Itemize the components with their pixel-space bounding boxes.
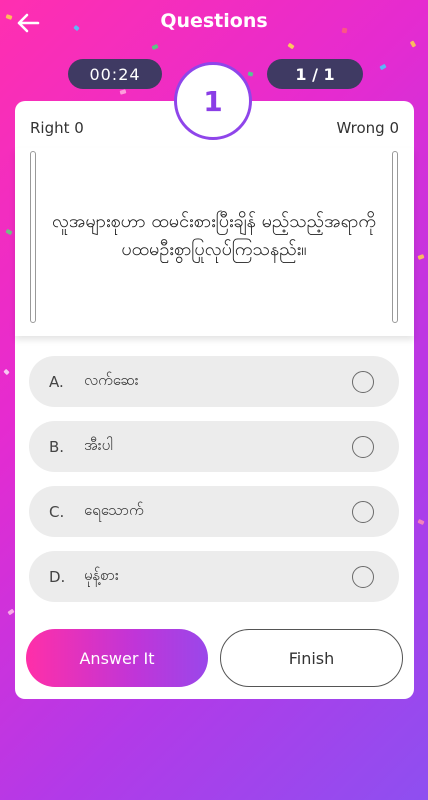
finish-button[interactable]: Finish [220,629,403,687]
radio-icon[interactable] [352,500,374,523]
option-c[interactable]: C. ရေသောက် [29,486,399,537]
answer-button[interactable]: Answer It [26,629,208,687]
option-text: ရေသောက် [84,500,144,519]
option-letter: B. [49,437,65,456]
right-count: Right 0 [30,119,84,137]
option-text: အီးပါ [84,435,113,454]
option-b[interactable]: B. အီးပါ [29,421,399,472]
option-text: လက်ဆေး [84,370,139,389]
header-bar: Questions [0,0,428,46]
question-left-border [30,151,36,323]
question-right-border [392,151,398,323]
option-text: မုန့်စား [84,565,119,584]
option-letter: A. [49,372,64,391]
radio-icon[interactable] [352,435,374,458]
option-letter: C. [49,502,65,521]
option-letter: D. [49,567,66,586]
radio-icon[interactable] [352,565,374,588]
page-title: Questions [160,10,268,32]
wrong-count: Wrong 0 [336,119,399,137]
progress-badge: 1 / 1 [267,59,363,89]
option-d[interactable]: D. မုန့်စား [29,551,399,602]
question-text: လူအများစုဟာ ထမင်းစားပြီးချိန် မည့်သည့်အရ… [52,211,376,260]
question-number-circle: 1 [174,62,252,140]
timer-badge: 00:24 [68,59,162,89]
option-a[interactable]: A. လက်ဆေး [29,356,399,407]
radio-icon[interactable] [352,370,374,393]
